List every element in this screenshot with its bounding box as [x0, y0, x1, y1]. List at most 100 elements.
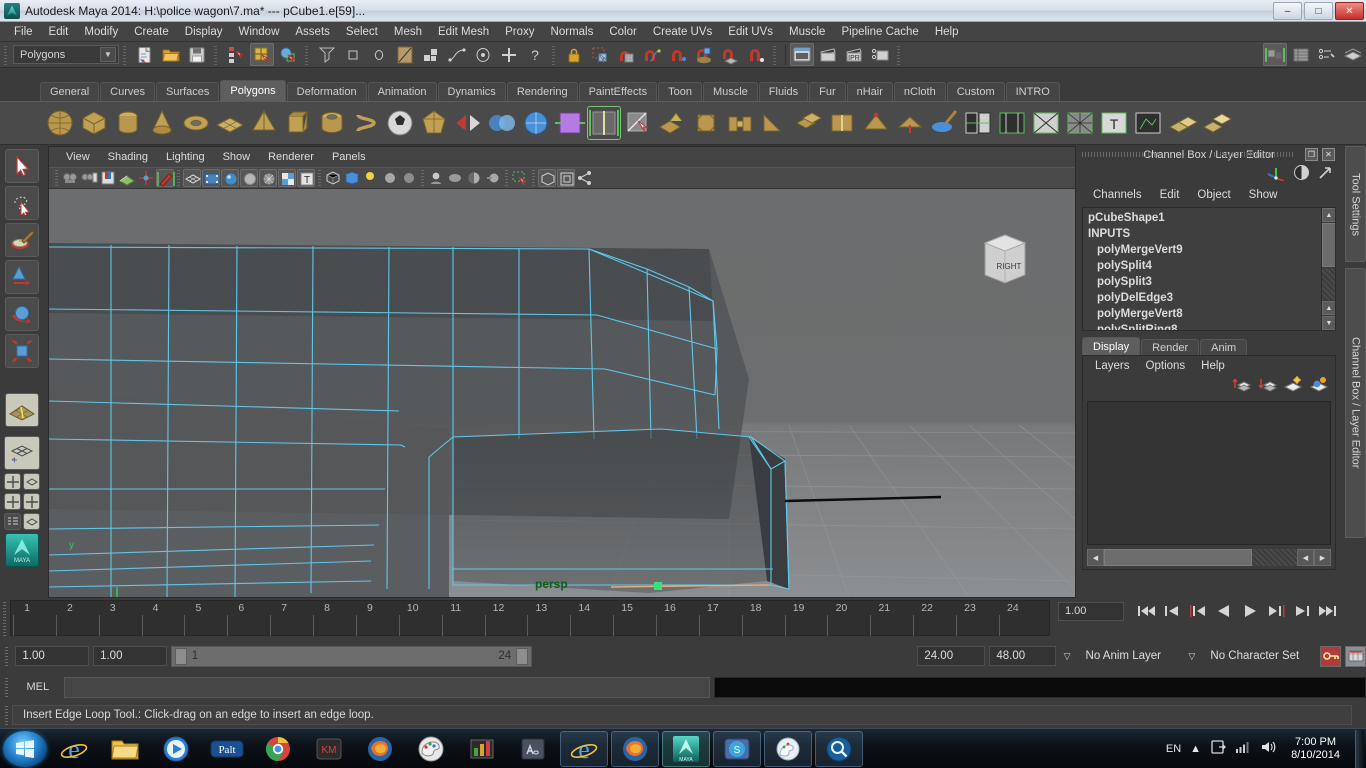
scroll-up-small-icon[interactable]: ▲: [1322, 301, 1335, 315]
tray-clock[interactable]: 7:00 PM 8/10/2014: [1285, 736, 1346, 762]
step-forward-key-button[interactable]: [1290, 600, 1314, 622]
viewport-menu-shading[interactable]: Shading: [99, 150, 157, 164]
tray-network-icon[interactable]: [1235, 740, 1251, 757]
select-mask-object-icon[interactable]: [341, 43, 365, 66]
lasso-tool-icon[interactable]: [5, 186, 39, 220]
taskbar-photoshop-icon[interactable]: [764, 730, 812, 767]
poly-extrude-icon[interactable]: [554, 107, 586, 139]
poly-collapse-icon[interactable]: [894, 107, 926, 139]
shelf-tab-toon[interactable]: Toon: [658, 82, 702, 101]
poly-bevel-icon[interactable]: [690, 107, 722, 139]
menu-item-color[interactable]: Color: [601, 24, 644, 40]
group-grip-1[interactable]: [121, 43, 130, 66]
viewport-menu-panels[interactable]: Panels: [323, 150, 375, 164]
save-scene-icon[interactable]: [185, 43, 209, 66]
taskbar-search-icon[interactable]: [815, 730, 863, 767]
poly-wedge-icon[interactable]: [758, 107, 790, 139]
image-plane-icon[interactable]: [118, 169, 136, 187]
snap-to-curve-icon[interactable]: [640, 43, 664, 66]
panel-undock-icon[interactable]: ❐: [1305, 148, 1318, 161]
toolbar-grip-3[interactable]: [316, 170, 323, 186]
poly-helix-icon[interactable]: [350, 107, 382, 139]
time-slider-track[interactable]: 1 2 3 4 5 6 7 8 9 10 11 12 13 14 15 16 17 18 19 20 21 22 23 24: [10, 600, 1050, 636]
viewport-menu-view[interactable]: View: [57, 150, 99, 164]
layer-menu-options[interactable]: Options: [1138, 359, 1194, 373]
toolbar-grip-2[interactable]: [175, 170, 182, 186]
panel-close-icon[interactable]: ✕: [1322, 148, 1335, 161]
shelf-tab-dynamics[interactable]: Dynamics: [437, 82, 506, 101]
arrow-out-icon[interactable]: [1317, 164, 1334, 184]
shelf-tab-ncloth[interactable]: nCloth: [893, 82, 946, 101]
layer-menu-layers[interactable]: Layers: [1087, 359, 1138, 373]
group-grip-6[interactable]: [895, 43, 904, 66]
shelf-tab-fur[interactable]: Fur: [809, 82, 846, 101]
menuset-selector[interactable]: Polygons ▼: [13, 45, 119, 64]
group-grip-4[interactable]: [550, 43, 559, 66]
poly-sphere-icon[interactable]: [44, 107, 76, 139]
step-back-frame-button[interactable]: [1186, 600, 1210, 622]
menu-item-create[interactable]: Create: [126, 24, 177, 40]
xray-icon[interactable]: [324, 169, 342, 187]
tray-show-hidden-icons[interactable]: ▲: [1190, 743, 1201, 755]
uv-cylindrical-icon[interactable]: [996, 107, 1028, 139]
shelf-tab-nhair[interactable]: nHair: [846, 82, 893, 101]
shelf-tab-custom[interactable]: Custom: [946, 82, 1005, 101]
menu-item-normals[interactable]: Normals: [543, 24, 602, 40]
layer-tab-display[interactable]: Display: [1082, 337, 1141, 355]
shelf-tab-curves[interactable]: Curves: [100, 82, 155, 101]
current-frame-field[interactable]: 1.00: [1058, 601, 1124, 621]
channel-box-input-2[interactable]: polySplit3: [1083, 274, 1335, 290]
tab-channel-box-layer-editor[interactable]: Channel Box / Layer Editor: [1345, 268, 1366, 538]
taskbar-media-player-icon[interactable]: [152, 731, 200, 767]
poly-connect-icon[interactable]: [826, 107, 858, 139]
shelf-tab-painteffects[interactable]: PaintEffects: [578, 82, 658, 101]
channel-box-input-4[interactable]: polyMergeVert8: [1083, 306, 1335, 322]
select-by-hierarchy-icon[interactable]: [224, 43, 248, 66]
highlight-selection-mode-icon[interactable]: [393, 43, 417, 66]
play-backwards-button[interactable]: [1212, 600, 1236, 622]
view-cube[interactable]: RIGHT: [979, 231, 1031, 289]
group-grip-2[interactable]: [212, 43, 221, 66]
occlusion-icon[interactable]: [465, 169, 483, 187]
four-view-layout-icon[interactable]: [4, 473, 21, 490]
step-forward-frame-button[interactable]: [1264, 600, 1288, 622]
hscroll-right-icon[interactable]: ▶: [1314, 549, 1331, 566]
uv-spherical-icon[interactable]: [1030, 107, 1062, 139]
range-start-time-field[interactable]: 1.00: [93, 646, 167, 666]
lock-selection-icon[interactable]: [562, 43, 586, 66]
move-tool-icon[interactable]: [5, 260, 39, 294]
poly-duplicate-face-icon[interactable]: [792, 107, 824, 139]
light-one-icon[interactable]: [381, 169, 399, 187]
taskbar-after-effects-icon[interactable]: [509, 731, 557, 767]
camera-attributes-icon[interactable]: [80, 169, 98, 187]
last-tool-used-icon[interactable]: [5, 393, 39, 427]
poly-platonic-icon[interactable]: [418, 107, 450, 139]
select-deformations-icon[interactable]: [497, 43, 521, 66]
channel-box-input-0[interactable]: polyMergeVert9: [1083, 242, 1335, 258]
shadow-toggle-icon[interactable]: [446, 169, 464, 187]
show-channel-box-icon[interactable]: [1341, 43, 1365, 66]
range-left-handle[interactable]: [174, 647, 187, 665]
tray-language-label[interactable]: EN: [1166, 743, 1181, 755]
snap-to-point-icon[interactable]: [666, 43, 690, 66]
use-default-lighting-icon[interactable]: [427, 169, 445, 187]
taskbar-camtasia-icon[interactable]: [458, 731, 506, 767]
select-tool-icon[interactable]: [5, 149, 39, 183]
select-tool-icon[interactable]: [588, 43, 612, 66]
toolbar-grip-4[interactable]: [419, 170, 426, 186]
animation-end-time-field[interactable]: 48.00: [989, 646, 1056, 666]
animation-preferences-icon[interactable]: [1345, 645, 1366, 667]
layer-tab-anim[interactable]: Anim: [1200, 339, 1248, 355]
hscroll-prev-icon[interactable]: ◀: [1297, 549, 1314, 566]
render-settings-icon[interactable]: [868, 43, 892, 66]
menu-item-muscle[interactable]: Muscle: [781, 24, 833, 40]
taskbar-internet-explorer-icon[interactable]: e: [50, 731, 98, 767]
start-button-icon[interactable]: [3, 730, 47, 767]
make-live-icon[interactable]: [744, 43, 768, 66]
two-pane-stacked-layout-icon[interactable]: [23, 493, 40, 510]
pie-chart-icon[interactable]: [1293, 164, 1310, 184]
taskbar-mozilla-firefox-icon[interactable]: [356, 731, 404, 767]
menu-item-select[interactable]: Select: [338, 24, 386, 40]
menu-item-proxy[interactable]: Proxy: [497, 24, 542, 40]
shelf-tab-general[interactable]: General: [40, 82, 100, 101]
